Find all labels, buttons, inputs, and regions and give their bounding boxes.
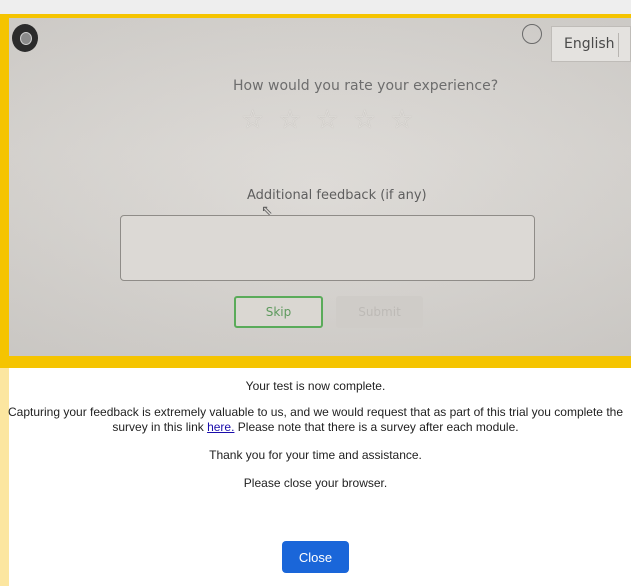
star-rating: ☆ ☆ ☆ ☆ ☆	[241, 104, 414, 134]
language-divider	[618, 33, 619, 57]
globe-icon	[522, 24, 542, 44]
app-logo-icon	[12, 24, 38, 52]
survey-photo: English How would you rate your experien…	[9, 18, 631, 356]
screenshot-frame: English How would you rate your experien…	[0, 0, 631, 368]
star-outline-icon: ☆	[278, 104, 302, 134]
language-label: English	[564, 36, 615, 52]
close-button[interactable]: Close	[282, 541, 349, 573]
star-outline-icon: ☆	[390, 104, 414, 134]
language-selector: English	[551, 26, 631, 62]
feedback-textarea	[120, 215, 535, 281]
close-instruction: Please close your browser.	[243, 476, 388, 490]
thanks-text: Thank you for your time and assistance.	[209, 448, 422, 462]
logo-lens	[20, 32, 32, 45]
paragraph-text-end: Please note that there is a survey after…	[234, 420, 519, 434]
feedback-label: Additional feedback (if any)	[247, 188, 427, 203]
skip-button: Skip	[234, 296, 323, 328]
submit-button: Submit	[336, 296, 423, 328]
feedback-request-paragraph: Capturing your feedback is extremely val…	[0, 405, 631, 435]
star-outline-icon: ☆	[315, 104, 339, 134]
rating-question: How would you rate your experience?	[233, 78, 499, 94]
star-outline-icon: ☆	[352, 104, 377, 134]
frame-top-bar	[0, 0, 631, 14]
star-outline-icon: ☆	[241, 104, 265, 134]
survey-link[interactable]: here.	[207, 420, 234, 434]
completion-heading: Your test is now complete.	[245, 379, 386, 393]
